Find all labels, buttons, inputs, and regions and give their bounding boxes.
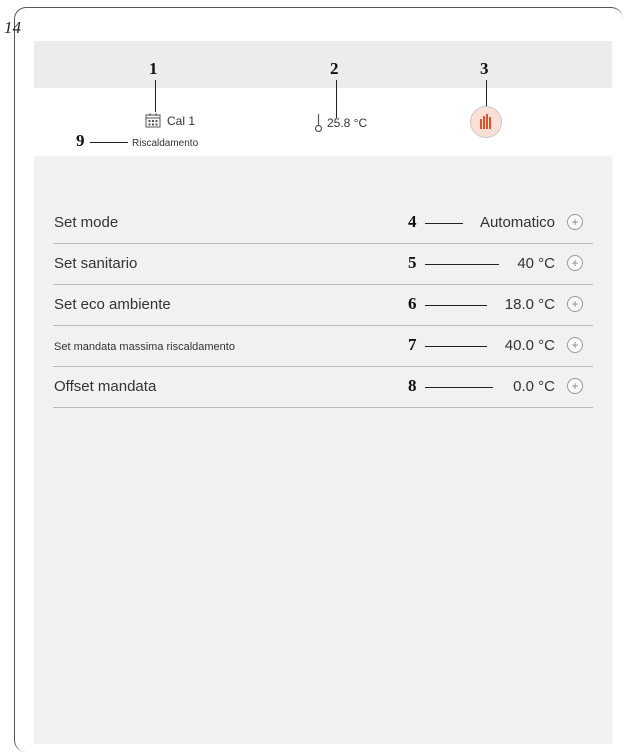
setting-label: Offset mandata — [54, 378, 157, 395]
callout-1: 1 — [149, 59, 158, 78]
callout-5-leader — [425, 264, 499, 265]
calendar-icon — [145, 113, 161, 128]
callout-3: 3 — [480, 59, 489, 78]
callout-1-leader — [155, 80, 156, 112]
temperature-value: 25.8 °C — [327, 116, 368, 130]
flame-status-icon — [480, 114, 491, 129]
setting-value: 18.0 °C — [504, 296, 555, 313]
top-band — [34, 41, 612, 88]
setting-label: Set eco ambiente — [54, 296, 171, 313]
setting-row-offset-mandata[interactable]: Offset mandata 8 0.0 °C + — [53, 367, 593, 408]
setting-label: Set mode — [54, 214, 119, 231]
page-number: 14 — [4, 18, 21, 37]
callout-2-leader — [336, 80, 337, 118]
expand-icon[interactable]: + — [567, 378, 583, 394]
setting-label: Set sanitario — [54, 255, 138, 272]
setting-row-set-mode[interactable]: Set mode 4 Automatico + — [53, 203, 593, 244]
expand-icon[interactable]: + — [567, 337, 583, 353]
callout-5: 5 — [408, 253, 417, 272]
setting-value: Automatico — [479, 214, 555, 231]
callout-7: 7 — [408, 335, 417, 354]
thermometer-icon — [314, 114, 323, 132]
callout-2: 2 — [330, 59, 339, 78]
setting-value: 40.0 °C — [504, 337, 555, 354]
setting-row-set-mandata-massima[interactable]: Set mandata massima riscaldamento 7 40.0… — [53, 326, 593, 367]
callout-6: 6 — [408, 294, 417, 313]
expand-icon[interactable]: + — [567, 214, 583, 230]
flame-status-button[interactable] — [471, 107, 501, 137]
setting-value: 40 °C — [517, 255, 555, 272]
callout-3-leader — [486, 80, 487, 107]
calendar-selector[interactable]: Cal 1 — [145, 113, 195, 128]
callout-8: 8 — [408, 376, 417, 395]
callout-9-leader — [90, 142, 128, 143]
callout-9: 9 — [76, 131, 85, 150]
setting-row-set-eco-ambiente[interactable]: Set eco ambiente 6 18.0 °C + — [53, 285, 593, 326]
temperature-readout: 25.8 °C — [314, 114, 367, 132]
callout-4-leader — [425, 223, 463, 224]
setting-row-set-sanitario[interactable]: Set sanitario 5 40 °C + — [53, 244, 593, 285]
mode-label: Riscaldamento — [132, 138, 199, 149]
setting-label: Set mandata massima riscaldamento — [54, 341, 235, 353]
callout-4: 4 — [408, 212, 417, 231]
expand-icon[interactable]: + — [567, 255, 583, 271]
callout-6-leader — [425, 305, 487, 306]
setting-value: 0.0 °C — [513, 378, 555, 395]
calendar-label: Cal 1 — [167, 113, 196, 128]
expand-icon[interactable]: + — [567, 296, 583, 312]
callout-7-leader — [425, 346, 487, 347]
callout-8-leader — [425, 387, 493, 388]
